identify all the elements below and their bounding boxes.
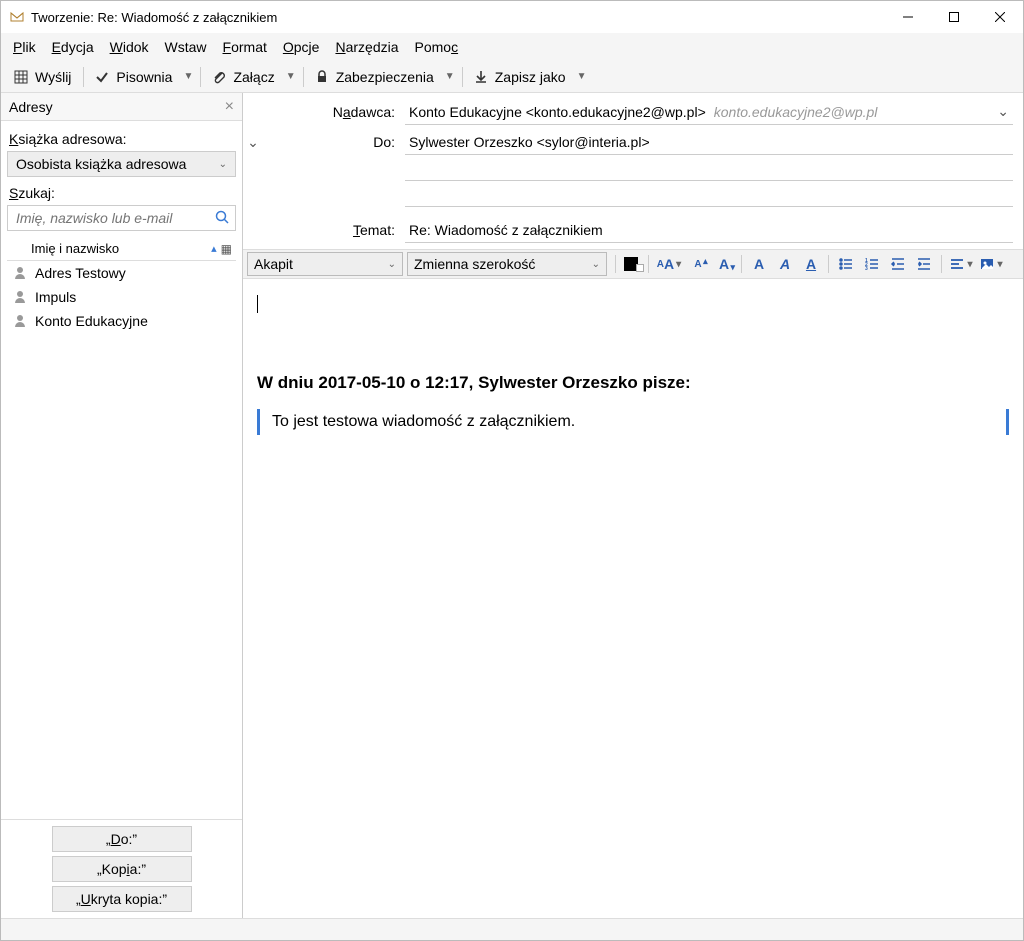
to-label: Do: [263,134,405,150]
indent-icon[interactable] [912,252,936,276]
lock-icon [314,69,330,85]
app-icon [9,9,25,25]
extra-recipient-field[interactable] [405,159,1013,181]
main-column: Nadawca: Konto Edukacyjne <konto.edukacy… [243,93,1023,918]
minimize-button[interactable] [885,1,931,33]
paperclip-icon [211,69,227,85]
security-button[interactable]: Zabezpieczenia [308,65,440,89]
font-size-icon[interactable]: AA▾ [654,252,684,276]
menu-narzedzia[interactable]: Narzędzia [327,36,406,58]
sidebar-header: Adresy × [1,93,242,121]
svg-text:3: 3 [865,266,868,272]
menu-widok[interactable]: Widok [102,36,157,58]
bold-icon[interactable]: A [747,252,771,276]
addressbook-label: Książka adresowa: [9,131,234,147]
person-icon [13,313,29,329]
contact-list-header[interactable]: Imię i nazwisko ▴ ▦ [7,237,236,261]
insert-icon[interactable]: ▾ [977,252,1005,276]
person-icon [13,265,29,281]
menu-pomoc[interactable]: Pomoc [407,36,467,58]
message-body[interactable]: W dniu 2017-05-10 o 12:17, Sylwester Orz… [243,279,1023,918]
sidebar-title: Adresy [9,99,225,115]
window-title: Tworzenie: Re: Wiadomość z załącznikiem [31,10,885,25]
add-bcc-button[interactable]: „Ukryta kopia:” [52,886,192,912]
search-icon[interactable] [214,209,230,228]
menu-edycja[interactable]: Edycja [44,36,102,58]
align-icon[interactable]: ▾ [947,252,975,276]
search-input[interactable] [7,205,236,231]
titlebar: Tworzenie: Re: Wiadomość z załącznikiem [1,1,1023,33]
maximize-button[interactable] [931,1,977,33]
sidebar: Adresy × Książka adresowa: Osobista ksią… [1,93,243,918]
sidebar-buttons: „Do:” „Kopia:” „Ukryta kopia:” [1,819,242,918]
menu-wstaw[interactable]: Wstaw [157,36,215,58]
menu-format[interactable]: Format [215,36,275,58]
underline-icon[interactable]: A [799,252,823,276]
addressbook-select[interactable]: Osobista książka adresowa ⌄ [7,151,236,177]
close-button[interactable] [977,1,1023,33]
quote-block: To jest testowa wiadomość z załącznikiem… [257,409,1009,435]
bullet-list-icon[interactable] [834,252,858,276]
font-select[interactable]: Zmienna szerokość⌄ [407,252,607,276]
content: Adresy × Książka adresowa: Osobista ksią… [1,93,1023,918]
increase-font-icon[interactable]: A▾ [712,252,736,276]
menubar: Plik Edycja Widok Wstaw Format Opcje Nar… [1,33,1023,61]
contact-row[interactable]: Adres Testowy [7,261,236,285]
compose-window: Tworzenie: Re: Wiadomość z załącznikiem … [0,0,1024,941]
italic-icon[interactable]: A [773,252,797,276]
send-icon [13,69,29,85]
send-button[interactable]: Wyślij [7,65,77,89]
check-icon [94,69,110,85]
spellcheck-button[interactable]: Pisownia [88,65,178,89]
attach-button[interactable]: Załącz [205,65,280,89]
download-icon [473,69,489,85]
from-field[interactable]: Konto Edukacyjne <konto.edukacyjne2@wp.p… [405,99,1013,125]
sidebar-close-icon[interactable]: × [225,98,234,116]
security-dropdown[interactable]: ▼ [442,71,458,82]
number-list-icon[interactable]: 123 [860,252,884,276]
chevron-down-icon[interactable]: ⌄ [997,103,1009,120]
person-icon [13,289,29,305]
header-fields: Nadawca: Konto Edukacyjne <konto.edukacy… [243,93,1023,249]
sort-asc-icon[interactable]: ▴ [211,242,217,255]
decrease-font-icon[interactable]: A▴ [686,252,710,276]
toolbar: Wyślij Pisownia ▼ Załącz ▼ Zabezpieczeni… [1,61,1023,93]
save-dropdown[interactable]: ▼ [574,71,590,82]
quote-header: W dniu 2017-05-10 o 12:17, Sylwester Orz… [257,373,1009,393]
from-label: Nadawca: [243,104,405,120]
statusbar [1,918,1023,940]
text-cursor [257,295,258,313]
to-field[interactable]: Sylwester Orzeszko <sylor@interia.pl> [405,129,1013,155]
search-label: Szukaj: [9,185,234,201]
chevron-down-icon: ⌄ [219,159,227,170]
spellcheck-dropdown[interactable]: ▼ [180,71,196,82]
contact-row[interactable]: Impuls [7,285,236,309]
menu-opcje[interactable]: Opcje [275,36,328,58]
save-button[interactable]: Zapisz jako [467,65,572,89]
attach-dropdown[interactable]: ▼ [283,71,299,82]
bg-color-swatch[interactable] [636,264,644,272]
contact-row[interactable]: Konto Edukacyjne [7,309,236,333]
column-picker-icon[interactable]: ▦ [221,242,232,256]
menu-plik[interactable]: Plik [5,36,44,58]
to-expand-icon[interactable]: ⌄ [243,134,263,151]
extra-recipient-field[interactable] [405,185,1013,207]
outdent-icon[interactable] [886,252,910,276]
subject-label: Temat: [243,222,405,238]
add-cc-button[interactable]: „Kopia:” [52,856,192,882]
paragraph-select[interactable]: Akapit⌄ [247,252,403,276]
add-to-button[interactable]: „Do:” [52,826,192,852]
subject-field[interactable]: Re: Wiadomość z załącznikiem [405,217,1013,243]
format-toolbar: Akapit⌄ Zmienna szerokość⌄ AA▾ A▴ A▾ A A… [243,249,1023,279]
